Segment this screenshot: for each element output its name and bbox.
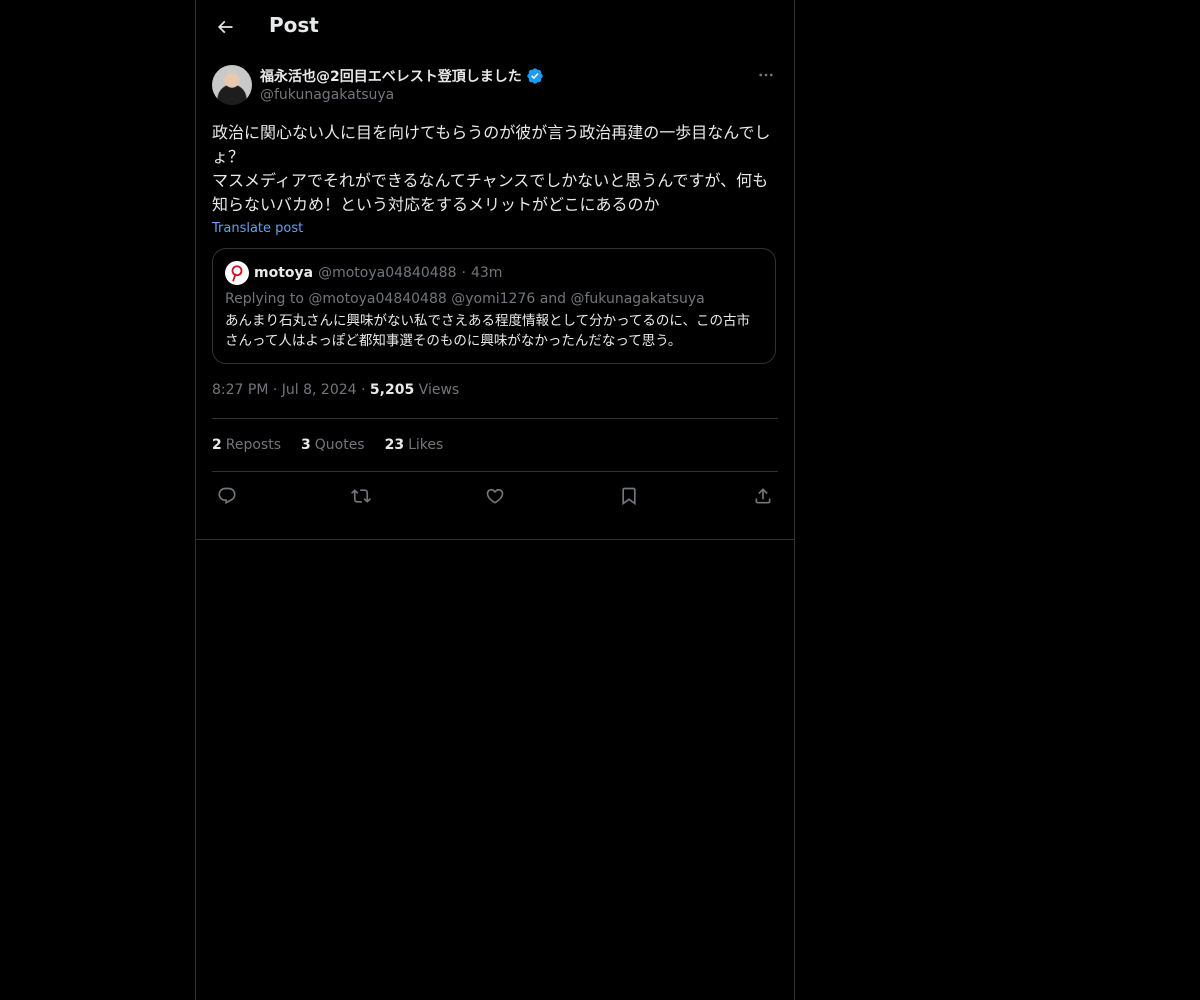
author-name-link[interactable]: 福永活也@2回目エベレスト登頂しました <box>260 66 544 86</box>
quoted-post[interactable]: motoya @motoya04840488 · 43m Replying to… <box>212 248 776 364</box>
meta-separator-1: · <box>272 382 282 398</box>
views-label: Views <box>418 382 460 398</box>
post: 福永活也@2回目エベレスト登頂しました @fukunagakatsuya 政治に… <box>212 64 778 519</box>
quotes-count: 3 <box>301 437 311 453</box>
replying-to-user-2: @yomi1276 <box>451 291 536 307</box>
share-button[interactable] <box>752 485 774 507</box>
meta-separator-2: · <box>361 382 370 398</box>
more-options-button[interactable] <box>754 64 778 86</box>
reposts-count: 2 <box>212 437 222 453</box>
translate-post-link[interactable]: Translate post <box>212 221 303 236</box>
quoted-author-logo-icon <box>231 265 243 282</box>
bookmark-icon <box>622 487 636 505</box>
post-text: 政治に関心ない人に目を向けてもらうのが彼が言う政治再建の一歩目なんでしょ？ マス… <box>212 123 771 214</box>
author-handle[interactable]: @fukunagakatsuya <box>260 87 394 103</box>
repost-icon <box>351 488 371 503</box>
reply-button[interactable] <box>216 485 238 507</box>
post-bottom-border <box>196 539 794 540</box>
more-horizontal-icon <box>759 73 773 77</box>
replying-to-user-3: @fukunagakatsuya <box>570 291 705 307</box>
post-meta: 8:27 PM · Jul 8, 2024 · 5,205 Views <box>212 382 778 402</box>
quoted-post-time: 43m <box>470 265 503 281</box>
action-bar <box>212 472 778 519</box>
bookmark-button[interactable] <box>618 485 640 507</box>
replying-to-user-1: @motoya04840488 <box>308 291 447 307</box>
likes-label: Likes <box>408 437 444 453</box>
quoted-post-text: あんまり石丸さんに興味がない私でさえある程度情報として分かってるのに、この古市さ… <box>225 313 751 349</box>
repost-button[interactable] <box>350 485 372 507</box>
post-stats: 2 Reposts 3 Quotes 23 Likes <box>212 419 778 471</box>
likes-stat[interactable]: 23 Likes <box>385 437 444 453</box>
quotes-label: Quotes <box>314 437 365 453</box>
replying-to-label: Replying to <box>225 291 304 307</box>
quoted-replying-to: Replying to @motoya04840488 @yomi1276 an… <box>225 291 763 307</box>
post-column: Post 福永活也@2回目エベレスト登頂しました @fukunagakatsuy… <box>195 0 795 1000</box>
post-date[interactable]: Jul 8, 2024 <box>282 382 357 398</box>
share-icon <box>755 487 771 503</box>
author-name: 福永活也@2回目エベレスト登頂しました <box>260 69 522 85</box>
quoted-author-name: motoya <box>254 265 314 281</box>
like-button[interactable] <box>484 485 506 507</box>
post-time[interactable]: 8:27 PM <box>212 382 268 398</box>
author-row: 福永活也@2回目エベレスト登頂しました @fukunagakatsuya <box>212 64 778 108</box>
back-button[interactable] <box>208 10 242 44</box>
views-count: 5,205 <box>369 382 415 398</box>
quoted-author-handle: @motoya04840488 <box>318 265 457 281</box>
author-avatar[interactable] <box>212 65 252 105</box>
reposts-stat[interactable]: 2 Reposts <box>212 437 281 453</box>
quotes-stat[interactable]: 3 Quotes <box>301 437 365 453</box>
quoted-separator: · <box>461 265 466 281</box>
replying-to-and: and <box>539 291 567 307</box>
heart-icon <box>486 488 504 504</box>
quoted-author-avatar <box>225 261 249 285</box>
page-title: Post <box>269 13 319 37</box>
verified-badge-icon <box>527 68 543 84</box>
quoted-post-header: motoya @motoya04840488 · 43m <box>225 261 763 285</box>
likes-count: 23 <box>384 437 405 453</box>
post-header: Post <box>196 0 794 53</box>
reposts-label: Reposts <box>225 437 281 453</box>
reply-icon <box>218 487 236 504</box>
arrow-left-icon <box>217 20 233 34</box>
